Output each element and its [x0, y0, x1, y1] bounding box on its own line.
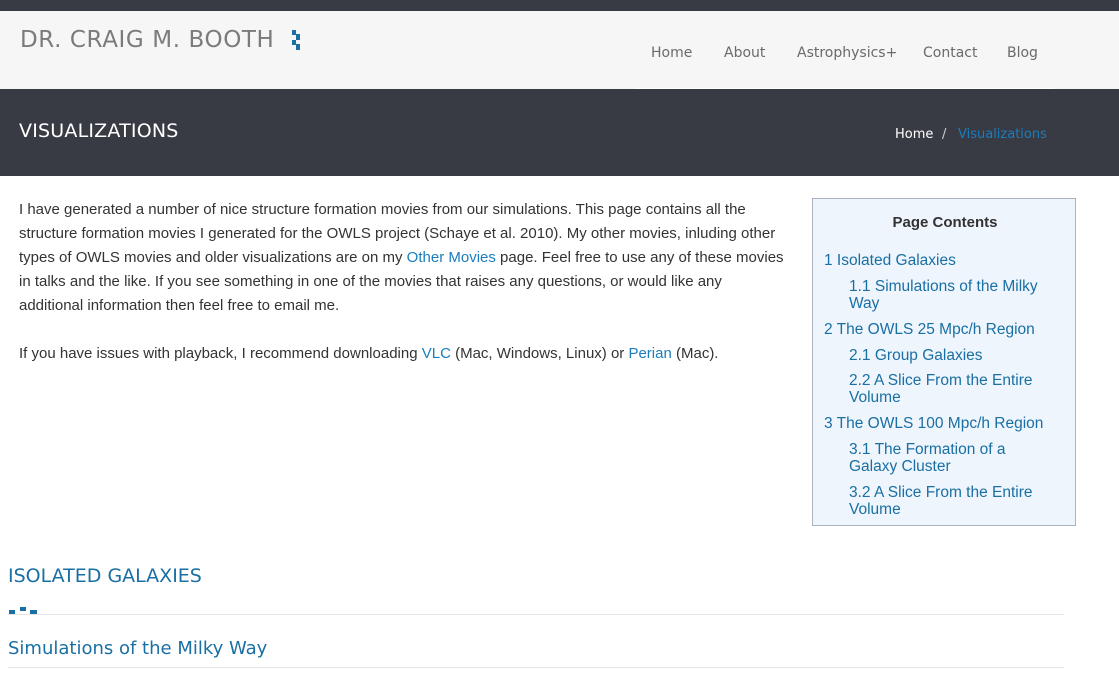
site-logo[interactable]: DR. CRAIG M. BOOTH: [20, 27, 274, 53]
nav-astrophysics[interactable]: Astrophysics+: [797, 45, 897, 61]
breadcrumb-separator: /: [942, 127, 947, 142]
divider-line: [8, 667, 1064, 668]
toc-item-group-galaxies[interactable]: 2.1 Group Galaxies: [849, 347, 1064, 364]
playback-text-3: (Mac).: [671, 345, 719, 362]
toc-item-owls-100[interactable]: 3 The OWLS 100 Mpc/h Region: [824, 415, 1076, 432]
toc-item-slice-25[interactable]: 2.2 A Slice From the Entire Volume: [849, 372, 1064, 406]
toc-item-owls-25[interactable]: 2 The OWLS 25 Mpc/h Region: [824, 321, 1074, 338]
logo-mark-icon: [292, 30, 300, 50]
breadcrumb-current: Visualizations: [958, 127, 1047, 142]
divider-line: [8, 614, 1064, 615]
toc-item-isolated-galaxies[interactable]: 1 Isolated Galaxies: [824, 252, 1069, 269]
page-title: VISUALIZATIONS: [19, 120, 179, 142]
nav-contact[interactable]: Contact: [923, 45, 977, 61]
other-movies-link[interactable]: Other Movies: [407, 249, 496, 266]
breadcrumb-home[interactable]: Home: [895, 127, 933, 142]
intro-paragraph-2: If you have issues with playback, I reco…: [19, 342, 789, 366]
playback-text-1: If you have issues with playback, I reco…: [19, 345, 422, 362]
perian-link[interactable]: Perian: [628, 345, 671, 362]
toc-item-milky-way[interactable]: 1.1 Simulations of the Milky Way: [849, 278, 1064, 312]
nav-about[interactable]: About: [724, 45, 765, 61]
subheading-milky-way: Simulations of the Milky Way: [8, 638, 268, 659]
top-strip: [0, 0, 1119, 11]
intro-text: I have generated a number of nice struct…: [19, 198, 789, 390]
page-contents-box: Page Contents 1 Isolated Galaxies 1.1 Si…: [812, 198, 1076, 526]
intro-paragraph-1: I have generated a number of nice struct…: [19, 198, 789, 318]
nav-blog[interactable]: Blog: [1007, 45, 1038, 61]
toc-item-galaxy-cluster[interactable]: 3.1 The Formation of a Galaxy Cluster: [849, 441, 1049, 475]
section-heading-isolated-galaxies: ISOLATED GALAXIES: [8, 565, 202, 587]
toc-title: Page Contents: [892, 214, 998, 231]
vlc-link[interactable]: VLC: [422, 345, 451, 362]
nav-home[interactable]: Home: [651, 45, 692, 61]
toc-item-slice-100[interactable]: 3.2 A Slice From the Entire Volume: [849, 484, 1064, 518]
playback-text-2: (Mac, Windows, Linux) or: [450, 345, 629, 362]
